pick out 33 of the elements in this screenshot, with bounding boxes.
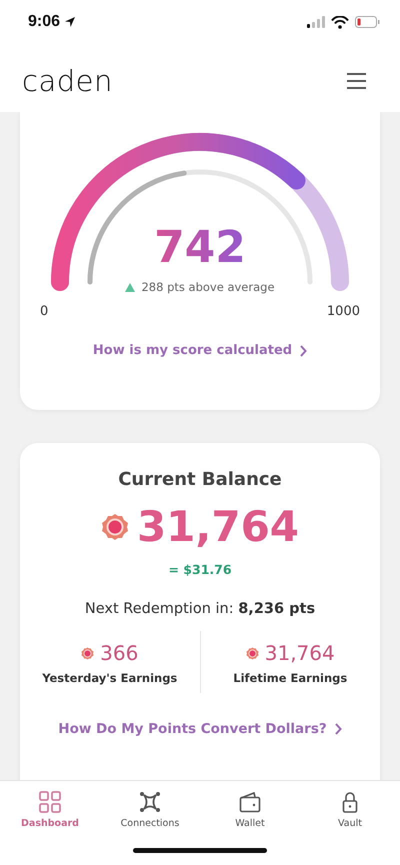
earnings-label: Lifetime Earnings [233,671,348,685]
tab-item[interactable]: Wallet [200,781,300,838]
dollar-value: = $31.76 [168,562,232,577]
earnings-value: 366 [100,641,138,665]
menu-icon[interactable] [347,73,366,89]
grid-icon [39,790,61,812]
signal-icon [307,16,325,28]
info-link[interactable]: How is my score calculated [92,343,308,358]
wallet-icon [239,790,261,812]
coin-icon [81,646,94,660]
chevron-right-icon [334,723,342,735]
score-difference: 288 pts above average [141,280,275,294]
wifi-icon [331,16,349,28]
points-balance: 31,764 [136,506,300,548]
tab-item[interactable]: Vault [300,781,400,838]
coin-icon [246,646,259,660]
gauge-max-label: 1000 [326,304,360,319]
status-time: 9:06 [28,13,60,31]
card-title: Current Balance [118,469,282,490]
tab-item[interactable]: Connections [100,781,200,838]
battery-icon [355,16,380,28]
chevron-right-icon [300,344,308,356]
earnings-value: 31,764 [264,641,335,665]
tab-item[interactable]: Dashboard [0,781,100,838]
location-arrow-icon [64,16,76,28]
up-triangle-icon [125,282,136,292]
coin-icon [100,513,129,541]
gauge-min-label: 0 [40,304,48,319]
app-logo: caden [22,64,113,98]
network-icon [139,790,161,812]
next-redemption-text: Next Redemption in: 8,236 pts [84,601,316,617]
info-link[interactable]: How Do My Points Convert Dollars? [58,721,342,737]
earnings-label: Yesterday's Earnings [42,671,178,685]
